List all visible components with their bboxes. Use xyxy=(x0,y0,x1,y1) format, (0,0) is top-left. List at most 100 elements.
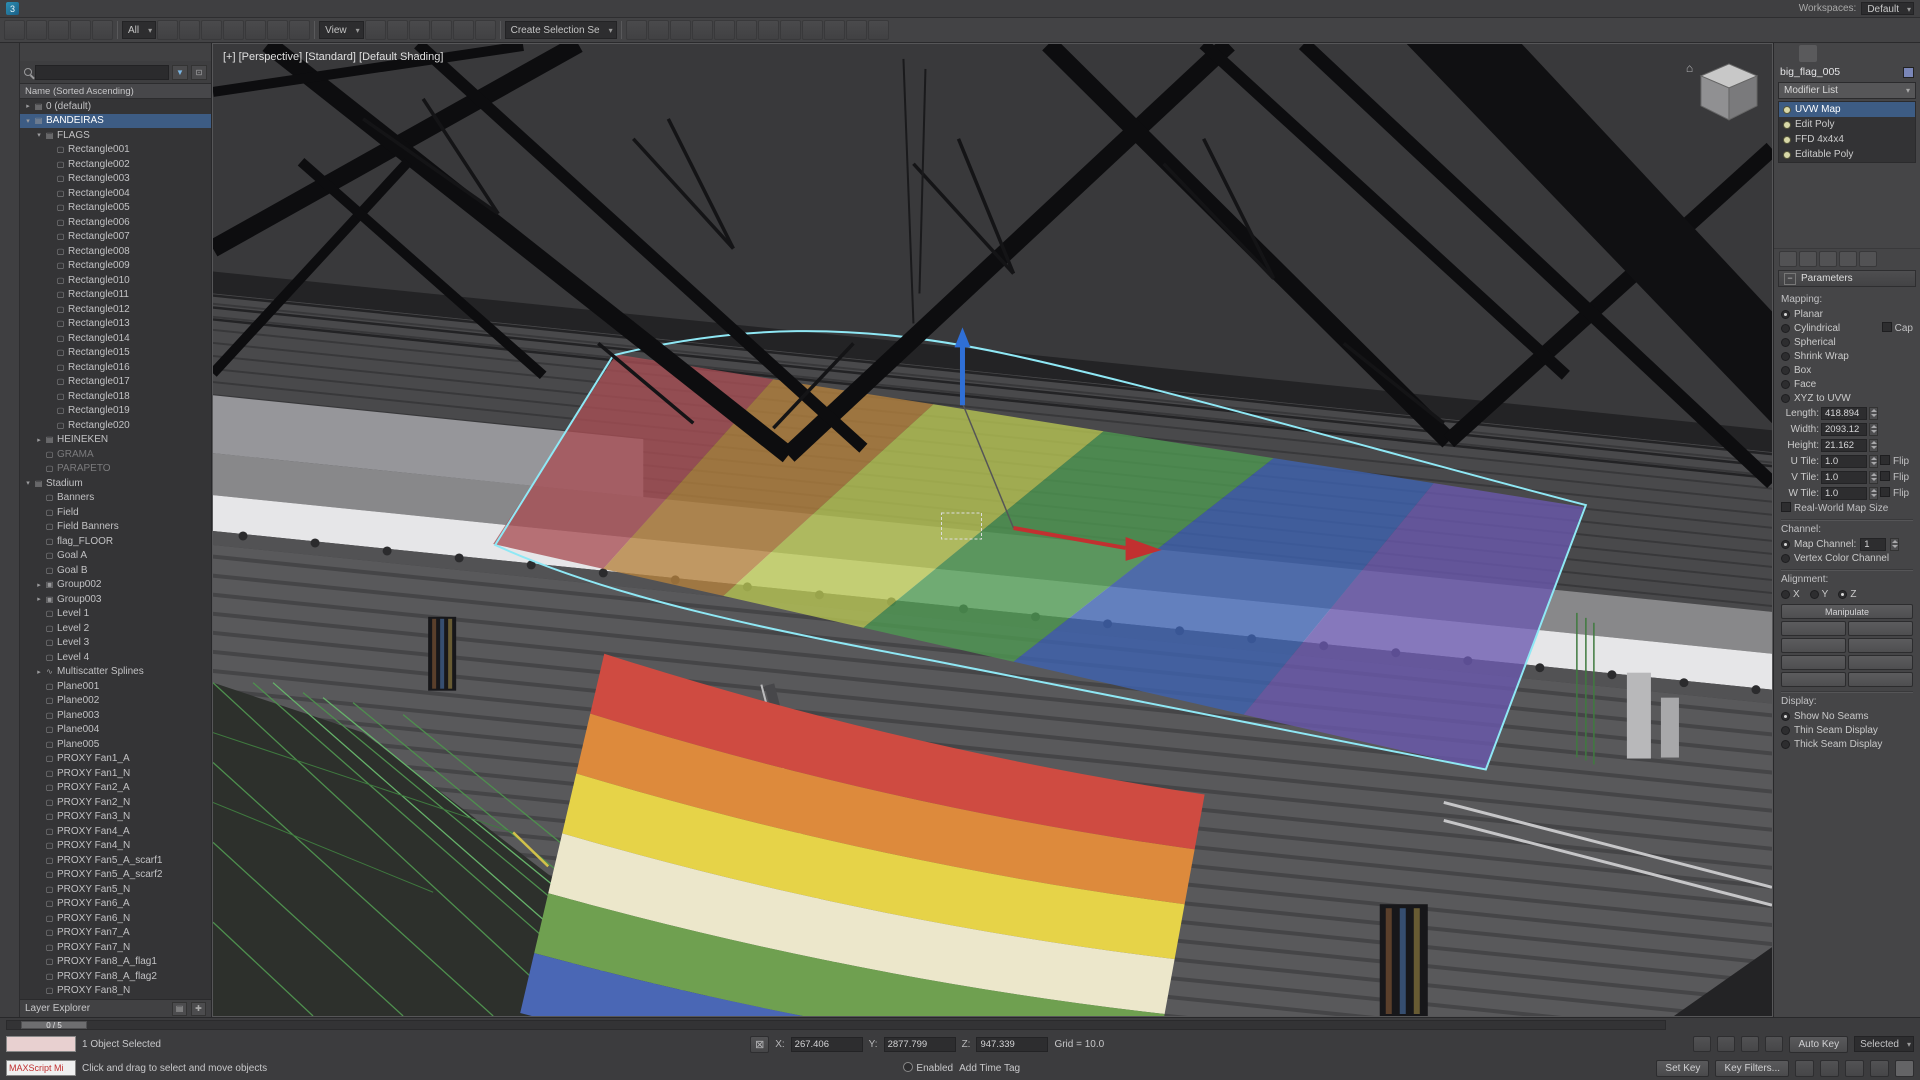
alignment-button[interactable] xyxy=(1781,638,1846,653)
spinner[interactable] xyxy=(1869,455,1878,468)
scene-explorer-row[interactable]: ▢ Plane003 xyxy=(20,708,211,723)
display-option[interactable]: Thick Seam Display xyxy=(1781,737,1913,751)
modifier-list-dropdown[interactable]: Modifier List xyxy=(1778,82,1916,99)
transport-button[interactable] xyxy=(1741,1036,1759,1052)
perspective-viewport[interactable]: ⌂ [+] [Perspective] [Standard] [Default … xyxy=(212,43,1773,1017)
scene-explorer-row[interactable]: ▢ PROXY Fan1_A xyxy=(20,752,211,767)
alignment-button[interactable] xyxy=(1848,621,1913,636)
spinner[interactable] xyxy=(1890,538,1899,551)
selection-lock-icon[interactable]: ⊠ xyxy=(750,1036,769,1053)
scene-explorer-row[interactable]: ▢ Rectangle018 xyxy=(20,389,211,404)
scene-explorer-row[interactable]: ▢ Rectangle019 xyxy=(20,404,211,419)
alignment-button[interactable] xyxy=(1781,672,1846,687)
edit-named-selection-sets-icon[interactable] xyxy=(626,20,647,40)
scene-explorer-row[interactable]: ▾ ▤ Stadium xyxy=(20,476,211,491)
expand-arrow-icon[interactable]: ▸ xyxy=(34,581,44,589)
x-coordinate-field[interactable]: 267.406 xyxy=(791,1037,863,1052)
green-dot-icon[interactable] xyxy=(2,397,18,412)
scene-explorer-row[interactable]: ▢ Rectangle006 xyxy=(20,215,211,230)
menu-item[interactable] xyxy=(249,8,263,10)
scene-explorer-row[interactable]: ▢ Level 3 xyxy=(20,636,211,651)
hatch-icon[interactable] xyxy=(2,343,18,358)
layer-explorer-tab[interactable]: Layer Explorer xyxy=(25,1003,90,1014)
material-editor-icon[interactable] xyxy=(802,20,823,40)
scene-explorer-row[interactable]: ▢ Field xyxy=(20,505,211,520)
time-slider-handle[interactable]: 0 / 5 xyxy=(21,1021,87,1029)
pin-stack-icon[interactable] xyxy=(1779,251,1797,267)
mapping-option[interactable]: Shrink Wrap xyxy=(1781,349,1913,363)
cap-checkbox[interactable]: Cap xyxy=(1882,322,1913,334)
scene-explorer-row[interactable]: ▢ PROXY Fan8_A_flag1 xyxy=(20,955,211,970)
select-object-icon[interactable] xyxy=(157,20,178,40)
display-tab[interactable] xyxy=(1859,45,1877,62)
spinner[interactable] xyxy=(1869,407,1878,420)
scene-explorer-row[interactable]: ▢ PROXY Fan2_N xyxy=(20,795,211,810)
scene-explorer-row[interactable]: ▢ PROXY Fan4_N xyxy=(20,839,211,854)
hierarchy-tab[interactable] xyxy=(1819,45,1837,62)
modify-tab[interactable] xyxy=(1799,45,1817,62)
selection-filter-combo[interactable]: All xyxy=(122,21,156,39)
scene-explorer-row[interactable]: ▢ PROXY Fan8_N xyxy=(20,984,211,999)
render-production-icon[interactable] xyxy=(868,20,889,40)
scene-explorer-row[interactable]: ▢ flag_FLOOR xyxy=(20,534,211,549)
scene-explorer-row[interactable]: ▢ PROXY Fan6_N xyxy=(20,911,211,926)
alignment-button[interactable] xyxy=(1781,621,1846,636)
display-option[interactable]: Thin Seam Display xyxy=(1781,723,1913,737)
play-icon[interactable] xyxy=(2,469,18,484)
scene-explorer-row[interactable]: ▢ Plane004 xyxy=(20,723,211,738)
scene-explorer-row[interactable]: ▢ PROXY Fan5_A_scarf2 xyxy=(20,868,211,883)
named-selection-set-combo[interactable]: Create Selection Se xyxy=(505,21,617,39)
explorer-column-header[interactable]: Name (Sorted Ascending) xyxy=(20,83,211,99)
scene-explorer-row[interactable]: ▢ PROXY Fan2_A xyxy=(20,781,211,796)
map-channel-field[interactable]: 1 xyxy=(1860,538,1886,551)
value-field[interactable]: 21.162 xyxy=(1821,439,1867,452)
transport-button[interactable] xyxy=(1765,1036,1783,1052)
real-world-checkbox[interactable]: Real-World Map Size xyxy=(1781,502,1888,514)
axis-option[interactable]: X xyxy=(1781,589,1800,600)
spinner[interactable] xyxy=(1869,487,1878,500)
menu-item[interactable] xyxy=(24,8,38,10)
scene-explorer-row[interactable]: ▢ PROXY Fan3_N xyxy=(20,810,211,825)
blue-square-icon[interactable] xyxy=(2,415,18,430)
flip-checkbox[interactable]: Flip xyxy=(1880,471,1909,483)
modifier-stack-entry[interactable]: FFD 4x4x4 xyxy=(1779,132,1915,147)
value-field[interactable]: 418.894 xyxy=(1821,407,1867,420)
toggle-layer-explorer-icon[interactable] xyxy=(714,20,735,40)
viewport-canvas[interactable]: ⌂ [+] [Perspective] [Standard] [Default … xyxy=(213,44,1772,1016)
rectangular-selection-region-icon[interactable] xyxy=(201,20,222,40)
reference-coordinate-combo[interactable]: View xyxy=(319,21,364,39)
axis-option[interactable]: Y xyxy=(1810,589,1829,600)
scene-explorer-row[interactable]: ▢ Rectangle015 xyxy=(20,346,211,361)
object-name[interactable]: big_flag_005 xyxy=(1780,66,1840,78)
select-and-manipulate-icon[interactable] xyxy=(387,20,408,40)
grid-icon[interactable] xyxy=(2,145,18,160)
mapping-option[interactable]: Planar xyxy=(1781,307,1913,321)
menu-item[interactable] xyxy=(144,8,158,10)
make-unique-icon[interactable] xyxy=(1819,251,1837,267)
scene-explorer-row[interactable]: ▢ Rectangle011 xyxy=(20,288,211,303)
alignment-button[interactable] xyxy=(1848,638,1913,653)
scene-explorer-row[interactable]: ▢ Rectangle016 xyxy=(20,360,211,375)
scene-explorer-row[interactable]: ▢ Rectangle013 xyxy=(20,317,211,332)
scene-explorer-row[interactable]: ▸ ▣ Group003 xyxy=(20,592,211,607)
vertex-color-option[interactable]: Vertex Color Channel xyxy=(1781,551,1913,565)
scene-explorer-row[interactable]: ▢ Rectangle012 xyxy=(20,302,211,317)
alignment-button[interactable] xyxy=(1781,655,1846,670)
expand-arrow-icon[interactable]: ▸ xyxy=(23,102,33,110)
scene-explorer-row[interactable]: ▢ PROXY Fan6_A xyxy=(20,897,211,912)
value-field[interactable]: 1.0 xyxy=(1821,455,1867,468)
angle-snap-icon[interactable] xyxy=(431,20,452,40)
layout-icon[interactable] xyxy=(2,91,18,106)
half-icon[interactable] xyxy=(2,433,18,448)
menu-item[interactable] xyxy=(189,8,203,10)
utilities-tab[interactable] xyxy=(1879,45,1897,62)
y-coordinate-field[interactable]: 2877.799 xyxy=(884,1037,956,1052)
select-and-link-icon[interactable] xyxy=(48,20,69,40)
scene-explorer-row[interactable]: ▢ Goal B xyxy=(20,563,211,578)
scene-explorer-row[interactable]: ▢ PROXY Fan5_A_scarf1 xyxy=(20,853,211,868)
key-mode-combo[interactable]: Selected xyxy=(1854,1036,1914,1052)
viewport-label[interactable]: [+] [Perspective] [Standard] [Default Sh… xyxy=(223,51,443,63)
z-coordinate-field[interactable]: 947.339 xyxy=(976,1037,1048,1052)
manipulate-button[interactable]: Manipulate xyxy=(1781,604,1913,619)
spinner[interactable] xyxy=(1869,439,1878,452)
